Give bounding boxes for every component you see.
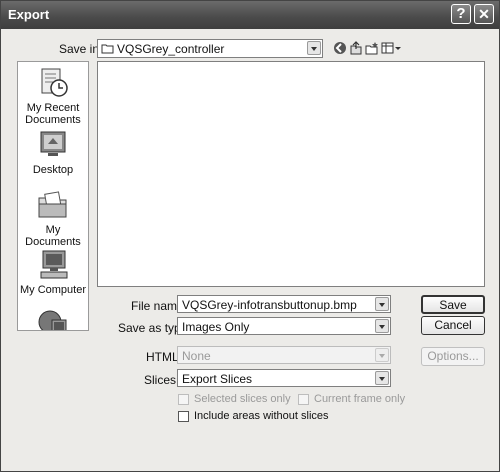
view-menu-icon[interactable]: [381, 41, 401, 55]
slices-label: Slices:: [144, 373, 180, 387]
new-folder-icon[interactable]: [365, 41, 379, 55]
slices-dropdown[interactable]: Export Slices: [177, 369, 391, 387]
my-documents-icon: [38, 191, 67, 218]
chevron-down-icon[interactable]: [307, 41, 321, 55]
checkbox-label: Current frame only: [314, 393, 406, 405]
title-bar[interactable]: Export ? ✕: [1, 1, 499, 29]
chevron-down-icon: [375, 348, 389, 362]
place-label: Documents: [25, 114, 81, 126]
save-in-value: VQSGrey_controller: [117, 42, 225, 56]
places-bar: My Recent Documents Desktop My Documents: [17, 61, 89, 331]
export-dialog: Export ? ✕ Save in: VQSGrey_controller M…: [0, 0, 500, 472]
chevron-down-icon[interactable]: [375, 371, 389, 385]
folder-icon: [101, 44, 114, 54]
window-title: Export: [8, 7, 50, 22]
up-folder-icon[interactable]: [349, 41, 363, 55]
chevron-down-icon[interactable]: [375, 319, 389, 333]
checkbox-label: Selected slices only: [194, 393, 291, 405]
save-as-type-dropdown[interactable]: Images Only: [177, 317, 391, 335]
place-my-network-places[interactable]: [18, 308, 88, 330]
place-my-computer[interactable]: My Computer: [18, 248, 88, 296]
checkbox-box[interactable]: [178, 411, 189, 422]
save-button[interactable]: Save: [421, 295, 485, 314]
file-name-value: VQSGrey-infotransbuttonup.bmp: [182, 298, 357, 312]
recent-documents-icon: [41, 68, 68, 97]
desktop-icon: [40, 131, 66, 156]
file-name-input[interactable]: VQSGrey-infotransbuttonup.bmp: [177, 295, 391, 313]
place-desktop[interactable]: Desktop: [18, 128, 88, 176]
place-label: My Documents: [25, 224, 81, 248]
back-icon[interactable]: [333, 41, 347, 55]
options-button[interactable]: Options...: [421, 347, 485, 366]
place-label: My Recent: [26, 102, 80, 114]
cancel-button[interactable]: Cancel: [421, 316, 485, 335]
slices-value: Export Slices: [182, 372, 253, 386]
network-places-icon: [38, 310, 67, 330]
checkbox-box[interactable]: [178, 394, 189, 405]
place-label: Desktop: [32, 164, 74, 176]
save-in-dropdown[interactable]: VQSGrey_controller: [97, 39, 323, 58]
save-in-label: Save in:: [59, 42, 103, 56]
file-list[interactable]: [97, 61, 485, 287]
save-as-type-value: Images Only: [182, 320, 250, 334]
help-button[interactable]: ?: [451, 4, 471, 24]
html-value: None: [182, 349, 211, 363]
close-button[interactable]: ✕: [474, 4, 494, 24]
place-label: My Computer: [19, 284, 87, 296]
checkbox-label: Include areas without slices: [194, 410, 329, 422]
place-my-recent-documents[interactable]: My Recent Documents: [18, 66, 88, 126]
place-my-documents[interactable]: My Documents: [18, 188, 88, 248]
my-computer-icon: [40, 250, 68, 279]
html-dropdown[interactable]: None: [177, 346, 391, 364]
chevron-down-icon[interactable]: [375, 297, 389, 311]
checkbox-box[interactable]: [298, 394, 309, 405]
